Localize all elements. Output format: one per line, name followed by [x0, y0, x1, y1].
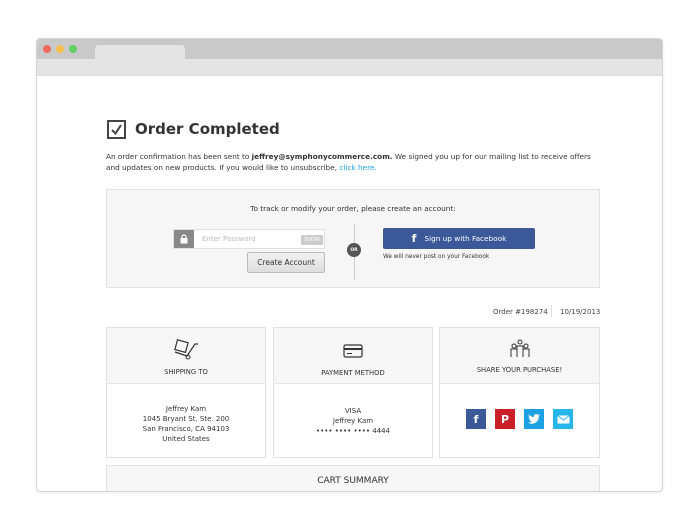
or-badge: OR	[347, 243, 361, 257]
card-number: •••• •••• •••• 4444	[315, 427, 391, 435]
checkbox-checked-icon	[107, 120, 126, 139]
credit-card-icon	[274, 344, 432, 358]
facebook-signup-button[interactable]: f Sign up with Facebook	[383, 228, 535, 249]
show-password-button[interactable]: SHOW	[301, 235, 323, 245]
minimize-button[interactable]	[56, 45, 64, 53]
pinterest-share-icon[interactable]: P	[495, 409, 515, 429]
password-placeholder: Enter Password	[202, 235, 256, 243]
card-holder: Jeffrey Kam	[332, 417, 374, 425]
browser-toolbar	[37, 59, 662, 76]
shipping-address: Jeffrey Kam 1045 Bryant St. Ste. 200 San…	[107, 404, 265, 444]
address-line: Jeffrey Kam	[165, 405, 207, 413]
shipping-card: SHIPPING TO Jeffrey Kam 1045 Bryant St. …	[106, 327, 266, 458]
address-line: San Francisco, CA 94103	[142, 425, 230, 433]
payment-card: PAYMENT METHOD VISA Jeffrey Kam •••• •••…	[273, 327, 433, 458]
lock-icon	[174, 230, 194, 248]
card-type: VISA	[344, 407, 362, 415]
share-card: SHARE YOUR PURCHASE! f P	[439, 327, 600, 458]
shipping-cart-icon	[107, 338, 265, 360]
people-icon	[440, 339, 599, 359]
create-account-button[interactable]: Create Account	[247, 252, 325, 273]
browser-window: Order Completed An order confirmation ha…	[36, 38, 663, 492]
title-bar	[37, 39, 662, 60]
twitter-share-icon[interactable]	[524, 409, 544, 429]
facebook-share-icon[interactable]: f	[466, 409, 486, 429]
address-line: 1045 Bryant St. Ste. 200	[142, 415, 230, 423]
payment-label: PAYMENT METHOD	[321, 369, 385, 377]
create-account-panel: To track or modify your order, please cr…	[106, 189, 600, 288]
cart-summary-header[interactable]: CART SUMMARY	[106, 465, 600, 491]
zoom-button[interactable]	[69, 45, 77, 53]
address-line: United States	[162, 435, 210, 443]
email: jeffrey@symphonycommerce.com.	[251, 152, 393, 161]
browser-tab[interactable]	[95, 45, 185, 60]
unsubscribe-link[interactable]: click here.	[339, 163, 376, 172]
facebook-note: We will never post on your Facebook	[383, 254, 490, 260]
password-field[interactable]: Enter Password SHOW	[173, 229, 325, 249]
email-share-icon[interactable]	[553, 409, 573, 429]
share-label: SHARE YOUR PURCHASE!	[476, 366, 563, 374]
page-title: Order Completed	[135, 120, 280, 138]
divider	[551, 305, 552, 317]
close-button[interactable]	[43, 45, 51, 53]
order-date: 10/19/2013	[560, 308, 601, 316]
payment-details: VISA Jeffrey Kam •••• •••• •••• 4444	[274, 406, 432, 436]
shipping-label: SHIPPING TO	[164, 368, 208, 376]
facebook-signup-label: Sign up with Facebook	[424, 234, 507, 243]
intro-text: An order confirmation has been sent to	[106, 152, 252, 161]
order-number: Order #198274	[493, 308, 548, 316]
facebook-icon: f	[411, 232, 417, 245]
account-prompt: To track or modify your order, please cr…	[250, 204, 456, 213]
social-share-buttons: f P	[440, 409, 599, 429]
confirmation-text: An order confirmation has been sent to j…	[106, 151, 606, 173]
